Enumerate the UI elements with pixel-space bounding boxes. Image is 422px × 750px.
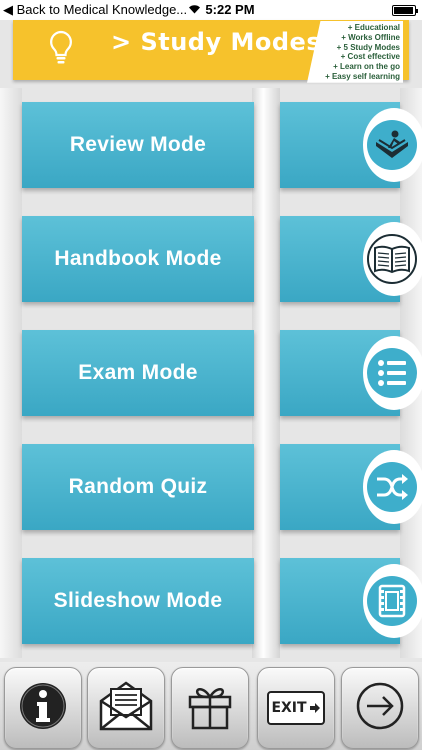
exit-icon: EXIT [267, 691, 325, 725]
random-quiz-button[interactable]: Random Quiz [22, 444, 254, 530]
handbook-mode-button[interactable]: Handbook Mode [22, 216, 254, 302]
exit-label: EXIT [271, 700, 307, 716]
exam-mode-icon-badge[interactable] [363, 336, 422, 410]
banner-title: > Study Modes [111, 28, 322, 56]
reader-icon [367, 120, 417, 170]
status-time: 5:22 PM [205, 2, 255, 17]
status-bar: ◀ Back to Medical Knowledge... 5:22 PM [0, 0, 422, 20]
bottom-toolbar: EXIT [0, 662, 422, 750]
handbook-mode-icon-badge[interactable] [363, 222, 422, 296]
feature-item: + Works Offline [341, 32, 400, 42]
info-button[interactable] [4, 667, 82, 749]
next-button[interactable] [341, 667, 419, 749]
info-icon [17, 680, 69, 737]
gift-button[interactable] [171, 667, 249, 749]
contact-button[interactable] [87, 667, 165, 749]
lightbulb-icon [48, 30, 74, 71]
book-icon [367, 234, 417, 284]
features-list: + Educational + Works Offline + 5 Study … [307, 21, 403, 83]
review-mode-button[interactable]: Review Mode [22, 102, 254, 188]
list-icon [367, 348, 417, 398]
slideshow-mode-icon-badge[interactable] [363, 564, 422, 638]
random-quiz-icon-badge[interactable] [363, 450, 422, 524]
back-to-app-link[interactable]: ◀ Back to Medical Knowledge... [3, 2, 187, 18]
mail-icon [97, 679, 155, 738]
exit-button[interactable]: EXIT [257, 667, 335, 749]
film-icon [367, 576, 417, 626]
mode-row-handbook: Handbook Mode [0, 202, 422, 316]
study-modes-banner: > Study Modes + Educational + Works Offl… [13, 20, 409, 83]
shuffle-icon [367, 462, 417, 512]
arrow-right-icon [354, 680, 406, 737]
feature-item: + Educational [347, 23, 400, 32]
exam-mode-button[interactable]: Exam Mode [22, 330, 254, 416]
feature-item: + 5 Study Modes [336, 42, 400, 52]
mode-row-random-quiz: Random Quiz [0, 430, 422, 544]
mode-row-slideshow: Slideshow Mode [0, 544, 422, 658]
gift-icon [185, 681, 235, 736]
review-mode-icon-badge[interactable] [363, 108, 422, 182]
feature-item: + Cost effective [340, 52, 400, 62]
mode-row-review: Review Mode [0, 88, 422, 202]
feature-item: + Easy self learning [325, 71, 400, 81]
slideshow-mode-button[interactable]: Slideshow Mode [22, 558, 254, 644]
feature-item: + Learn on the go [333, 62, 400, 72]
mode-row-exam: Exam Mode [0, 316, 422, 430]
battery-icon [392, 5, 418, 16]
